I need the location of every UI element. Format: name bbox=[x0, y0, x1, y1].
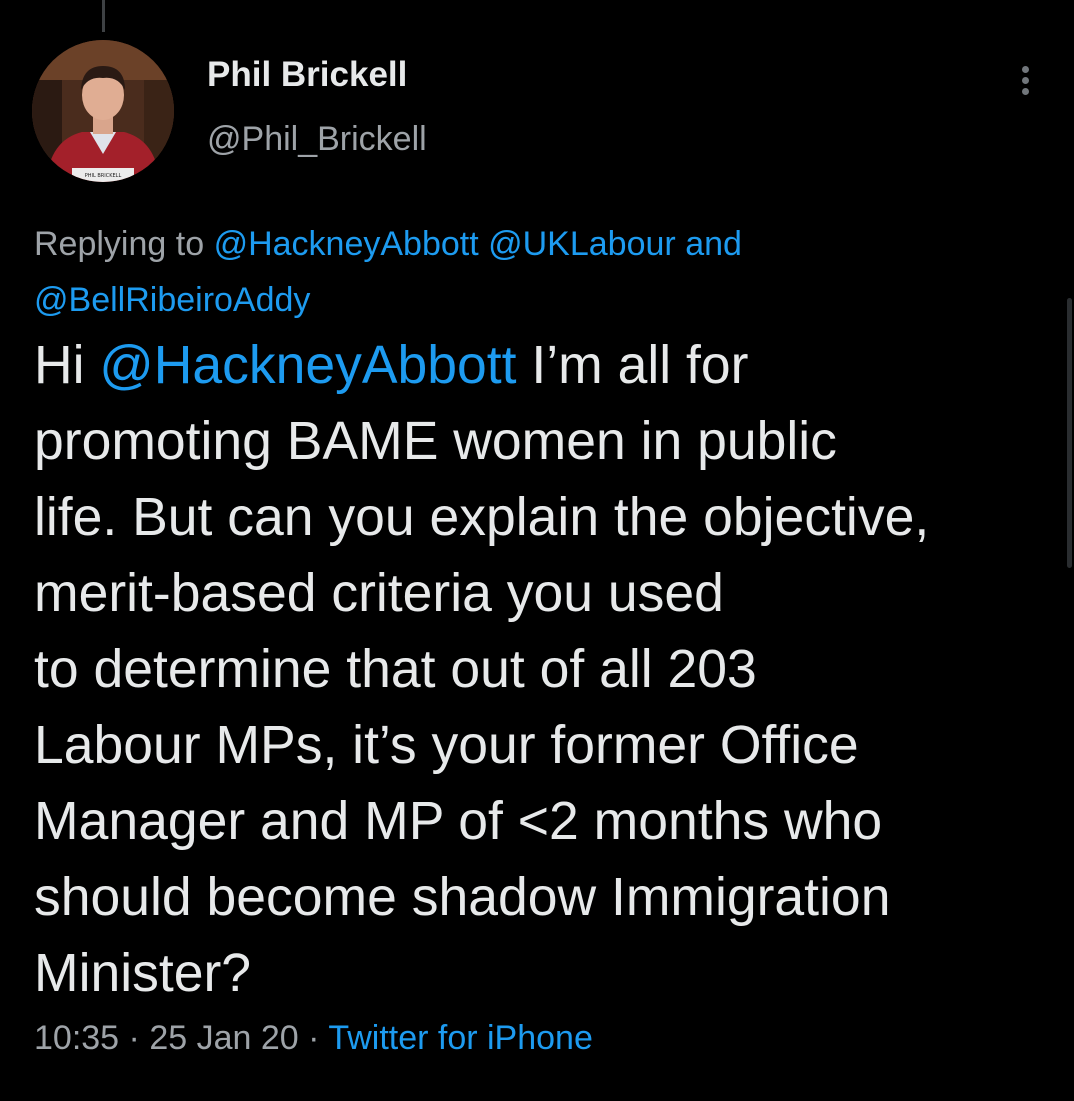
more-options-button[interactable] bbox=[1004, 58, 1048, 102]
author-handle[interactable]: @Phil_Brickell bbox=[207, 120, 427, 159]
tweet-time[interactable]: 10:35 bbox=[34, 1019, 119, 1057]
reply-mention-uklabour[interactable]: @UKLabour bbox=[488, 225, 676, 263]
tweet-line: life. But can you explain the objective, bbox=[34, 488, 930, 547]
replying-to-label: Replying to bbox=[34, 225, 205, 263]
author-name[interactable]: Phil Brickell bbox=[207, 55, 407, 95]
tweet-line: should become shadow Immigration bbox=[34, 868, 891, 927]
tweet-text: Hi @HackneyAbbott I’m all for promoting … bbox=[34, 328, 1054, 1012]
tweet-line: Manager and MP of <2 months who bbox=[34, 792, 883, 851]
tweet-date[interactable]: 25 Jan 20 bbox=[149, 1019, 298, 1057]
reply-and-others[interactable]: and bbox=[685, 225, 742, 263]
tweet-line: Minister? bbox=[34, 944, 252, 1003]
replying-to: Replying to @HackneyAbbott @UKLabour and… bbox=[34, 216, 994, 328]
tweet-mention-hackneyabbott[interactable]: @HackneyAbbott bbox=[99, 336, 516, 395]
reply-mention-bellribeiroaddy[interactable]: @BellRibeiroAddy bbox=[34, 281, 310, 319]
thread-connector-line bbox=[102, 0, 105, 32]
tweet-greeting: Hi bbox=[34, 336, 85, 395]
tweet-line: promoting BAME women in public bbox=[34, 412, 837, 471]
tweet-line-1-rest: I’m all for bbox=[531, 336, 749, 395]
avatar-photo: PHIL BRICKELL bbox=[32, 40, 174, 182]
tweet-metadata: 10:35 · 25 Jan 20 · Twitter for iPhone bbox=[34, 1019, 593, 1058]
tweet-source-link[interactable]: Twitter for iPhone bbox=[328, 1019, 593, 1057]
scrollbar[interactable] bbox=[1067, 298, 1072, 568]
avatar-caption: PHIL BRICKELL bbox=[85, 173, 122, 179]
meta-separator: · bbox=[308, 1019, 320, 1057]
reply-mention-hackneyabbott[interactable]: @HackneyAbbott bbox=[214, 225, 479, 263]
tweet-line: merit-based criteria you used bbox=[34, 564, 724, 623]
meta-separator: · bbox=[128, 1019, 140, 1057]
tweet-line: to determine that out of all 203 bbox=[34, 640, 757, 699]
avatar[interactable]: PHIL BRICKELL bbox=[32, 40, 174, 182]
tweet-line: Hi @HackneyAbbott I’m all for bbox=[34, 328, 1054, 404]
tweet-line: Labour MPs, it’s your former Office bbox=[34, 716, 859, 775]
